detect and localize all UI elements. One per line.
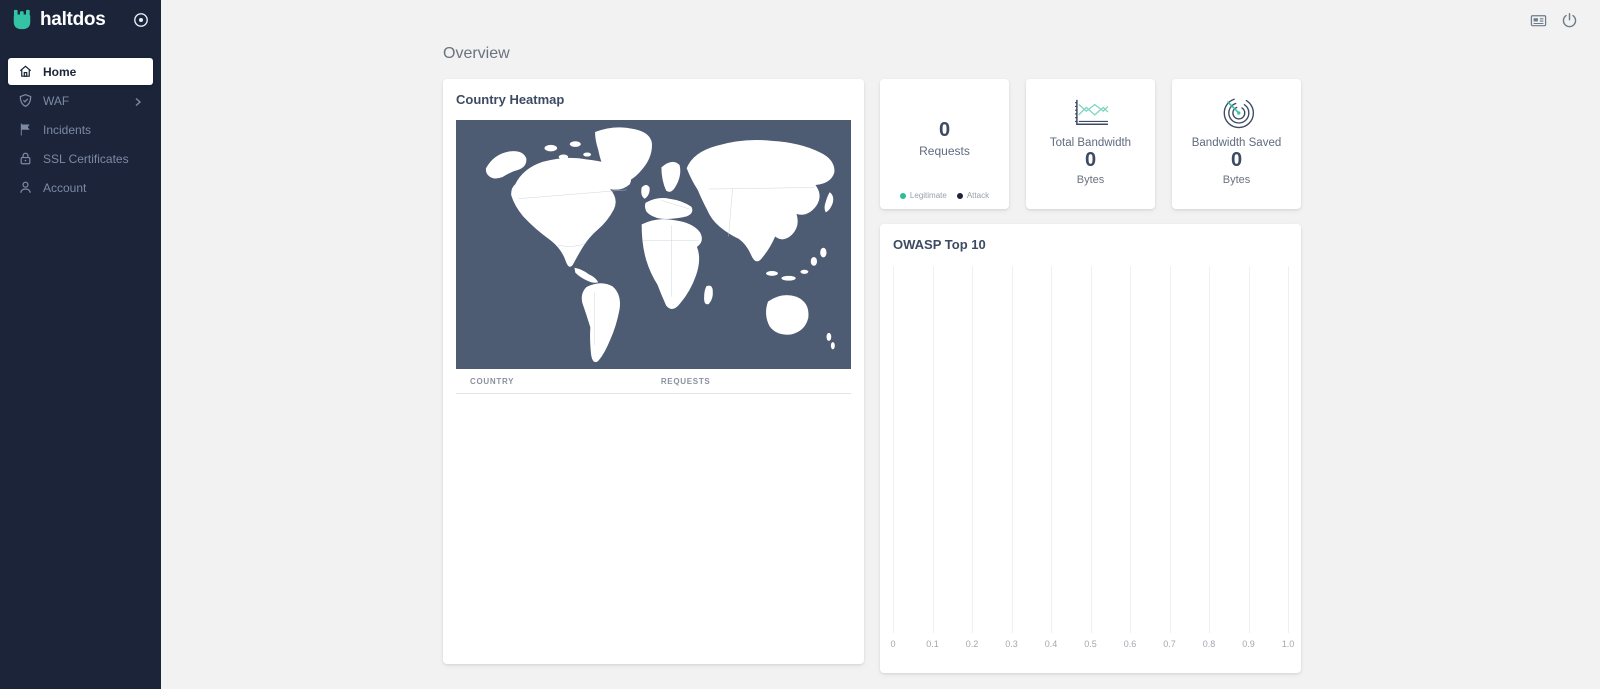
country-heatmap-title: Country Heatmap [456,92,851,107]
user-icon [18,180,33,195]
x-tick-label: 0.2 [966,639,979,649]
geo-table-header: COUNTRY REQUESTS [456,369,851,394]
gridline [972,266,973,633]
legend-label: Attack [967,191,989,200]
sidebar-item-label: Account [43,181,86,195]
x-tick-label: 0.1 [926,639,939,649]
area-chart-icon [1036,91,1145,135]
column-header-requests: REQUESTS [661,377,711,386]
sidebar-item-ssl-certificates[interactable]: SSL Certificates [8,145,153,172]
owasp-chart-plot[interactable] [893,266,1288,633]
world-map[interactable] [456,120,851,369]
haltdos-logo-icon [11,9,33,31]
requests-card: 0 Requests Legitimate Attack [880,79,1009,209]
gridline [1130,266,1131,633]
bandwidth-saved-value: 0 [1182,149,1291,172]
gridline [1170,266,1171,633]
owasp-x-axis: 0 0.1 0.2 0.3 0.4 0.5 0.6 0.7 0.8 0.9 1.… [893,639,1288,651]
x-tick-label: 1.0 [1282,639,1295,649]
total-bandwidth-unit: Bytes [1036,174,1145,186]
total-bandwidth-card: Total Bandwidth 0 Bytes [1026,79,1155,209]
logo-text: haltdos [40,9,105,31]
sidebar-item-label: SSL Certificates [43,152,129,166]
world-map-svg [456,120,851,369]
x-tick-label: 0 [890,639,895,649]
requests-value: 0 [890,119,999,142]
sidebar: haltdos Home [0,0,161,689]
legend-item-legitimate: Legitimate [900,191,947,200]
requests-label: Requests [890,144,999,158]
gridline [1209,266,1210,633]
legend-item-attack: Attack [957,191,989,200]
sidebar-item-label: WAF [43,94,69,108]
sidebar-item-label: Incidents [43,123,91,137]
sidebar-item-waf[interactable]: WAF [8,87,153,114]
topbar-icons [1530,12,1578,29]
x-tick-label: 0.6 [1124,639,1137,649]
lock-icon [18,151,33,166]
x-tick-label: 0.8 [1203,639,1216,649]
gridline [1288,266,1289,633]
gridline [933,266,934,633]
sidebar-toggle-icon[interactable] [133,12,149,28]
attack-dot-icon [957,193,963,199]
sidebar-item-incidents[interactable]: Incidents [8,116,153,143]
logo: haltdos [0,0,161,40]
total-bandwidth-title: Total Bandwidth [1036,137,1145,149]
x-tick-label: 0.4 [1045,639,1058,649]
owasp-title: OWASP Top 10 [893,237,1288,252]
gridline [1091,266,1092,633]
power-icon[interactable] [1561,12,1578,29]
gridline [1012,266,1013,633]
radar-icon [1182,91,1291,135]
total-bandwidth-value: 0 [1036,149,1145,172]
legend-label: Legitimate [910,191,947,200]
gridline [893,266,894,633]
sidebar-item-home[interactable]: Home [8,58,153,85]
legitimate-dot-icon [900,193,906,199]
main-area: Overview Country Heatmap [161,0,1600,689]
flag-icon [18,122,33,137]
x-tick-label: 0.7 [1163,639,1176,649]
id-card-icon[interactable] [1530,12,1547,29]
bandwidth-saved-title: Bandwidth Saved [1182,137,1291,149]
page-title: Overview [443,45,1301,63]
shield-icon [18,93,33,108]
column-header-country: COUNTRY [470,377,661,386]
country-heatmap-card: Country Heatmap [443,79,864,664]
gridline [1249,266,1250,633]
x-tick-label: 0.5 [1084,639,1097,649]
sidebar-menu: Home WAF [0,58,161,201]
chevron-right-icon [133,96,143,106]
x-tick-label: 0.3 [1005,639,1018,649]
sidebar-item-label: Home [43,65,76,79]
sidebar-item-account[interactable]: Account [8,174,153,201]
requests-legend: Legitimate Attack [880,191,1009,200]
content: Overview Country Heatmap [443,0,1301,673]
home-icon [18,64,33,79]
x-tick-label: 0.9 [1242,639,1255,649]
bandwidth-saved-card: Bandwidth Saved 0 Bytes [1172,79,1301,209]
gridline [1051,266,1052,633]
owasp-top10-card: OWASP Top 10 [880,224,1301,673]
bandwidth-saved-unit: Bytes [1182,174,1291,186]
app-screen: haltdos Home [0,0,1600,689]
